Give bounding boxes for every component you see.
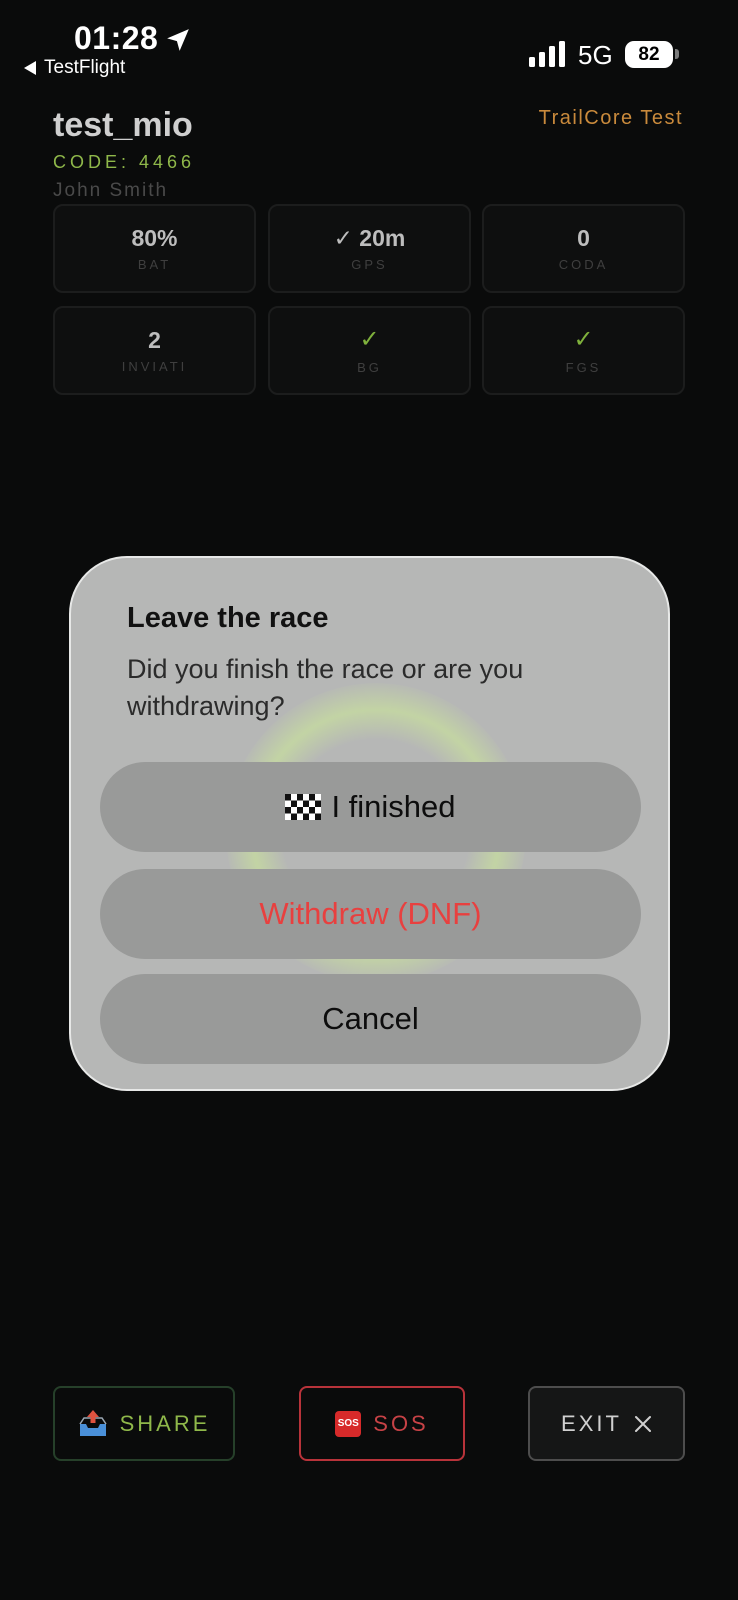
stat-value: 0 [577, 224, 590, 251]
race-code: CODE: 4466 [53, 152, 196, 172]
stat-value: 2 [148, 326, 161, 353]
stat-label: GPS [351, 257, 388, 273]
check-icon: ✓ [359, 326, 380, 354]
runner-name: John Smith [53, 180, 169, 201]
stat-value: ✓ 20m [333, 224, 406, 251]
network-type: 5G [578, 40, 613, 70]
stat-queue: 0 CODA [482, 204, 685, 293]
status-bar: 01:28 TestFlight 5G 82 [0, 0, 738, 90]
cellular-signal-icon [529, 41, 565, 67]
cancel-button[interactable]: Cancel [100, 974, 641, 1064]
page-title: test_mio [53, 106, 193, 144]
sos-icon: SOS [335, 1410, 362, 1437]
share-button[interactable]: SHARE [53, 1386, 235, 1461]
cancel-label: Cancel [322, 1001, 419, 1036]
status-time: 01:28 [74, 20, 159, 56]
stat-background: ✓ BG [268, 306, 471, 395]
outbox-tray-icon [78, 1409, 107, 1436]
stat-gps: ✓ 20m GPS [268, 204, 471, 293]
exit-button[interactable]: EXIT [528, 1386, 685, 1461]
dialog-message: Did you finish the race or are you withd… [127, 654, 524, 721]
share-label: SHARE [119, 1410, 211, 1436]
check-icon: ✓ [573, 326, 594, 354]
stat-label: FGS [565, 359, 602, 375]
finished-label: I finished [331, 789, 456, 824]
stat-value: 80% [131, 224, 178, 251]
back-label: TestFlight [44, 57, 126, 78]
withdraw-button[interactable]: Withdraw (DNF) [100, 869, 641, 959]
close-icon [634, 1415, 651, 1432]
withdraw-label: Withdraw (DNF) [259, 896, 482, 931]
back-triangle-icon [24, 61, 36, 75]
stat-label: INVIATI [121, 359, 188, 375]
battery-icon: 82 [625, 41, 673, 68]
brand-label: TrailCore Test [538, 107, 683, 129]
stat-label: BAT [137, 257, 172, 273]
finished-button[interactable]: I finished [100, 762, 641, 852]
stat-label: CODA [558, 257, 609, 273]
stat-sent: 2 INVIATI [53, 306, 256, 395]
back-to-testflight-link[interactable]: TestFlight [24, 57, 125, 79]
location-arrow-icon [167, 29, 189, 51]
stat-battery: 80% BAT [53, 204, 256, 293]
battery-nub [675, 49, 679, 59]
checkered-flag-icon [285, 794, 322, 820]
stat-label: BG [357, 359, 382, 375]
dialog-title: Leave the race [127, 602, 329, 634]
exit-label: EXIT [561, 1410, 622, 1436]
sos-label: SOS [373, 1410, 429, 1436]
stat-fgs: ✓ FGS [482, 306, 685, 395]
leave-race-dialog: Leave the race Did you finish the race o… [69, 556, 670, 1091]
sos-button[interactable]: SOS SOS [299, 1386, 465, 1461]
